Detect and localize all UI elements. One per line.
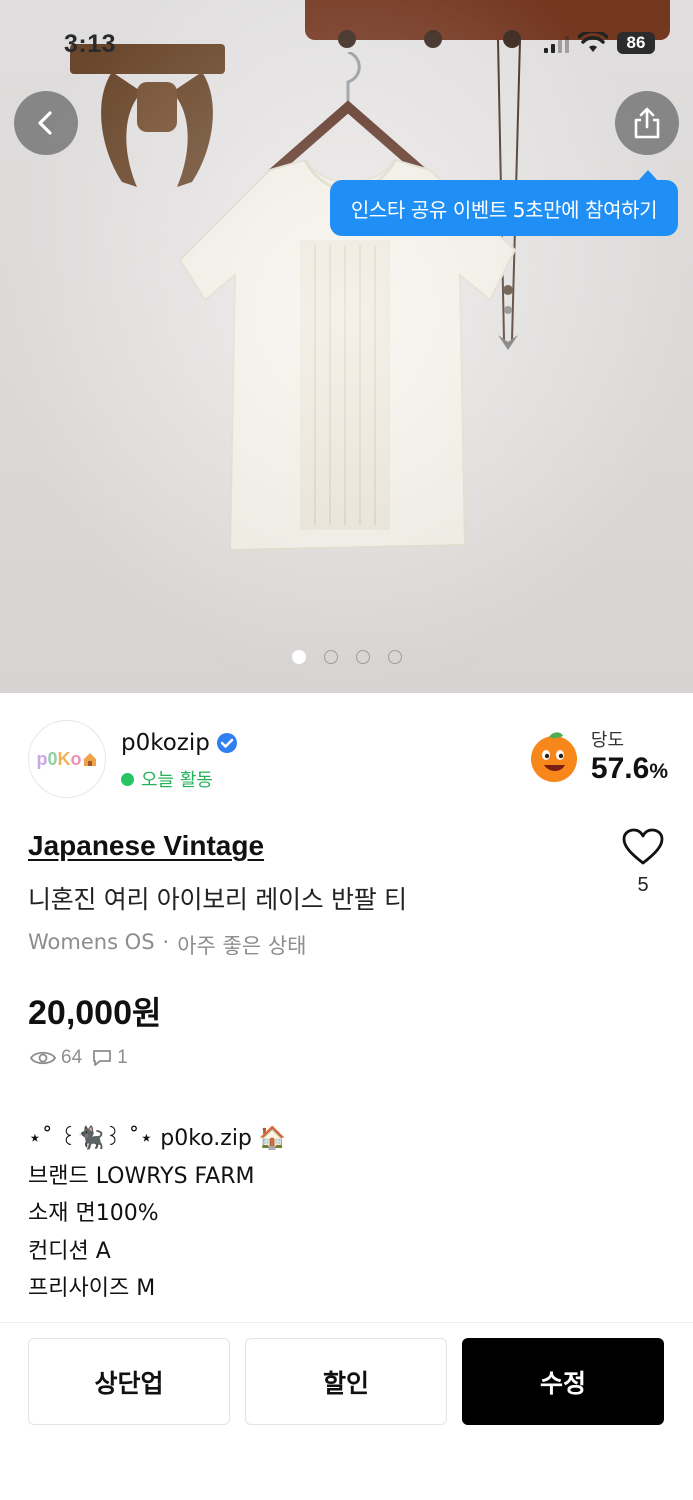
like-button[interactable]: 5 [620, 828, 666, 897]
bottom-action-bar: 상단업 할인 수정 [0, 1322, 693, 1500]
sweetness-score[interactable]: 당도 57.6% [527, 726, 668, 786]
sweetness-text: 당도 57.6% [591, 726, 668, 786]
battery-icon: 86 [617, 32, 655, 54]
status-time: 3:13 [64, 30, 117, 58]
wifi-icon [578, 32, 608, 52]
activity-status: 오늘 활동 [121, 766, 213, 792]
sweetness-value: 57.6 [590, 752, 650, 785]
description-line: 프리사이즈 M [28, 1276, 156, 1301]
page-dot[interactable] [323, 650, 338, 664]
house-icon [83, 753, 96, 766]
brand-link[interactable]: Japanese Vintage [28, 830, 264, 862]
avatar-letter: p [36, 748, 48, 769]
product-category: Womens OS [28, 930, 155, 954]
chevron-left-icon [38, 111, 52, 135]
sweetness-unit: % [649, 760, 668, 783]
price-currency: 원 [132, 994, 162, 1032]
meta-separator: · [162, 930, 170, 954]
verified-badge-icon [216, 733, 237, 753]
back-button[interactable] [14, 91, 78, 155]
comment-icon [93, 1050, 112, 1066]
house-emoji-icon: 🏠 [258, 1126, 287, 1151]
avatar-letter: 0 [47, 748, 58, 769]
description-header: ⋆˚ ꒰🐈‍⬛꒱ ˚⋆ p0ko.zip [28, 1126, 259, 1151]
seller-name[interactable]: p0kozip [121, 730, 238, 756]
seller-row[interactable]: p 0 K o p0kozip 오늘 활동 당도 57.6% [28, 720, 668, 800]
online-dot-icon [121, 772, 134, 786]
heart-icon [622, 828, 664, 865]
share-button[interactable] [615, 91, 679, 155]
insta-share-event-tooltip[interactable]: 인스타 공유 이벤트 5초만에 참여하기 [330, 170, 678, 236]
orange-mascot-icon [530, 732, 577, 782]
page-dot[interactable] [355, 650, 370, 664]
sweetness-label: 당도 [590, 730, 625, 751]
share-icon [634, 107, 660, 139]
page-dot-active[interactable] [291, 650, 306, 664]
description-line: ⋆˚ ꒰🐈‍⬛꒱ ˚⋆ p0ko.zip 🏠 [28, 1120, 668, 1158]
product-price: 20,000 원 [28, 988, 161, 1034]
description-line: 소재 면100% [28, 1201, 159, 1226]
avatar-letter: K [57, 748, 71, 769]
page-dot[interactable] [387, 650, 402, 664]
like-count: 5 [637, 874, 649, 896]
cellular-signal-icon [544, 33, 569, 53]
views-stat: 64 [30, 1047, 82, 1069]
product-meta: Womens OS · 아주 좋은 상태 [28, 930, 307, 960]
product-condition: 아주 좋은 상태 [177, 934, 307, 958]
engagement-stats: 64 1 [30, 1047, 128, 1069]
seller-name-text: p0kozip [121, 730, 210, 756]
comments-stat[interactable]: 1 [92, 1047, 128, 1069]
photo-shading [0, 0, 693, 693]
description-line: 컨디션 A [28, 1238, 111, 1264]
comments-count: 1 [117, 1047, 128, 1068]
views-count: 64 [61, 1047, 83, 1068]
description-line: 브랜드 LOWRYS FARM [28, 1163, 255, 1189]
product-photo-carousel[interactable]: 3:13 86 인스타 공유 이벤트 5초만에 참여하기 [0, 0, 693, 693]
product-title: 니혼진 여리 아이보리 레이스 반팔 티 [28, 885, 407, 914]
activity-text: 오늘 활동 [141, 770, 213, 791]
status-icons: 86 [544, 32, 655, 54]
bump-button[interactable]: 상단업 [28, 1338, 230, 1425]
eye-icon [30, 1051, 56, 1065]
edit-button[interactable]: 수정 [462, 1338, 664, 1425]
carousel-page-indicator [0, 650, 693, 664]
price-value: 20,000 [28, 994, 132, 1032]
discount-button[interactable]: 할인 [245, 1338, 447, 1425]
avatar-letter: o [70, 748, 82, 769]
seller-avatar[interactable]: p 0 K o [28, 720, 106, 798]
product-description: ⋆˚ ꒰🐈‍⬛꒱ ˚⋆ p0ko.zip 🏠 브랜드 LOWRYS FARM 소… [28, 1120, 668, 1323]
